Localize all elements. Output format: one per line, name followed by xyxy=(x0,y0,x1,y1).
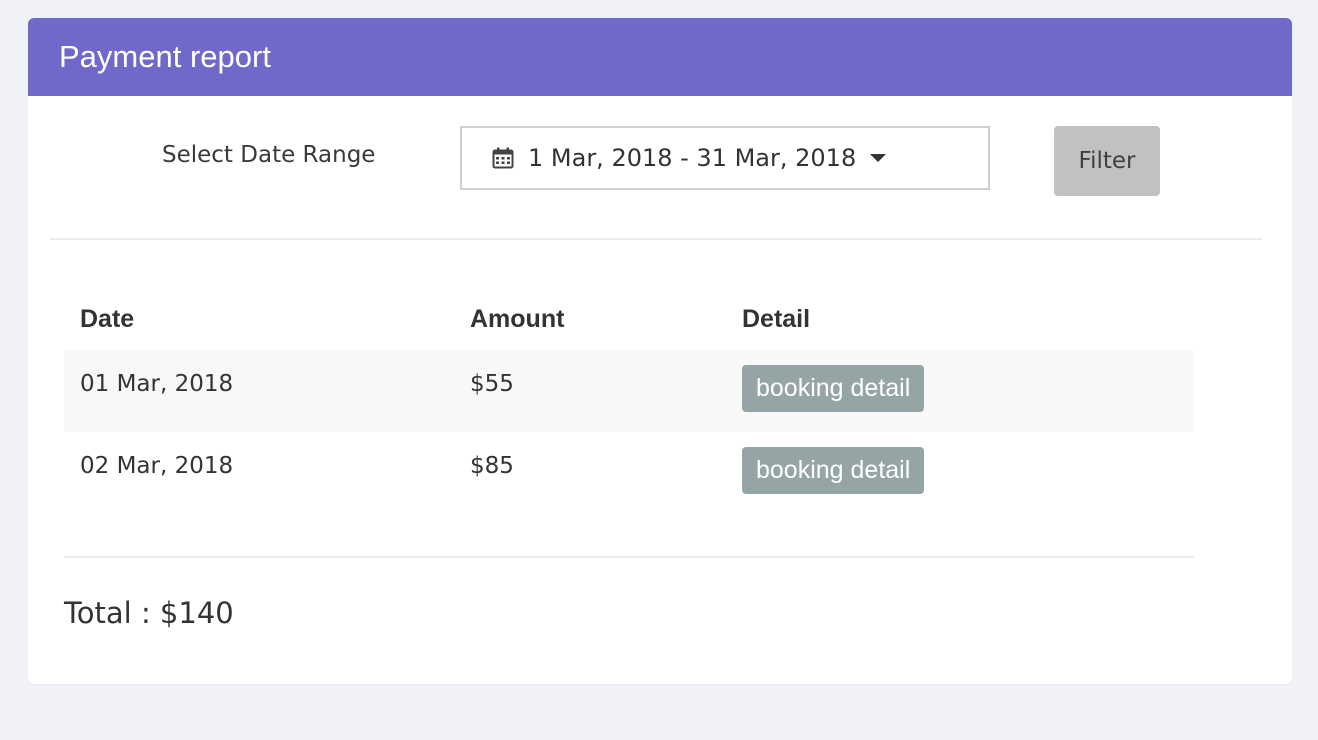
divider xyxy=(64,556,1194,558)
filter-button[interactable]: Filter xyxy=(1054,126,1160,196)
table-row: 01 Mar, 2018 $55 booking detail xyxy=(64,350,1194,432)
cell-detail: booking detail xyxy=(726,432,1194,514)
total-amount: Total : $140 xyxy=(64,596,234,630)
payment-report-card: Payment report Select Date Range 1 Mar, … xyxy=(28,18,1292,684)
cell-date: 01 Mar, 2018 xyxy=(64,350,454,432)
cell-amount: $55 xyxy=(454,350,726,432)
booking-detail-button[interactable]: booking detail xyxy=(742,447,925,494)
cell-date: 02 Mar, 2018 xyxy=(80,453,234,479)
column-header-date: Date xyxy=(80,304,135,333)
cell-amount: $85 xyxy=(470,453,514,479)
divider xyxy=(50,238,1262,240)
payments-table: Date Amount Detail 01 Mar, 2018 $55 book… xyxy=(64,288,1194,514)
caret-down-icon xyxy=(870,154,887,162)
table-row: 02 Mar, 2018 $85 booking detail xyxy=(64,432,1194,514)
column-header-amount: Amount xyxy=(470,304,565,333)
table-header-row: Date Amount Detail xyxy=(64,288,1194,350)
column-header-detail: Detail xyxy=(742,304,811,333)
date-range-value: 1 Mar, 2018 - 31 Mar, 2018 xyxy=(528,144,857,172)
date-range-label: Select Date Range xyxy=(162,142,376,168)
cell-detail: booking detail xyxy=(726,350,1194,432)
page-title: Payment report xyxy=(59,39,271,74)
calendar-icon xyxy=(492,147,514,169)
booking-detail-button[interactable]: booking detail xyxy=(742,365,925,412)
card-header: Payment report xyxy=(28,18,1292,96)
date-range-picker[interactable]: 1 Mar, 2018 - 31 Mar, 2018 xyxy=(460,126,990,190)
